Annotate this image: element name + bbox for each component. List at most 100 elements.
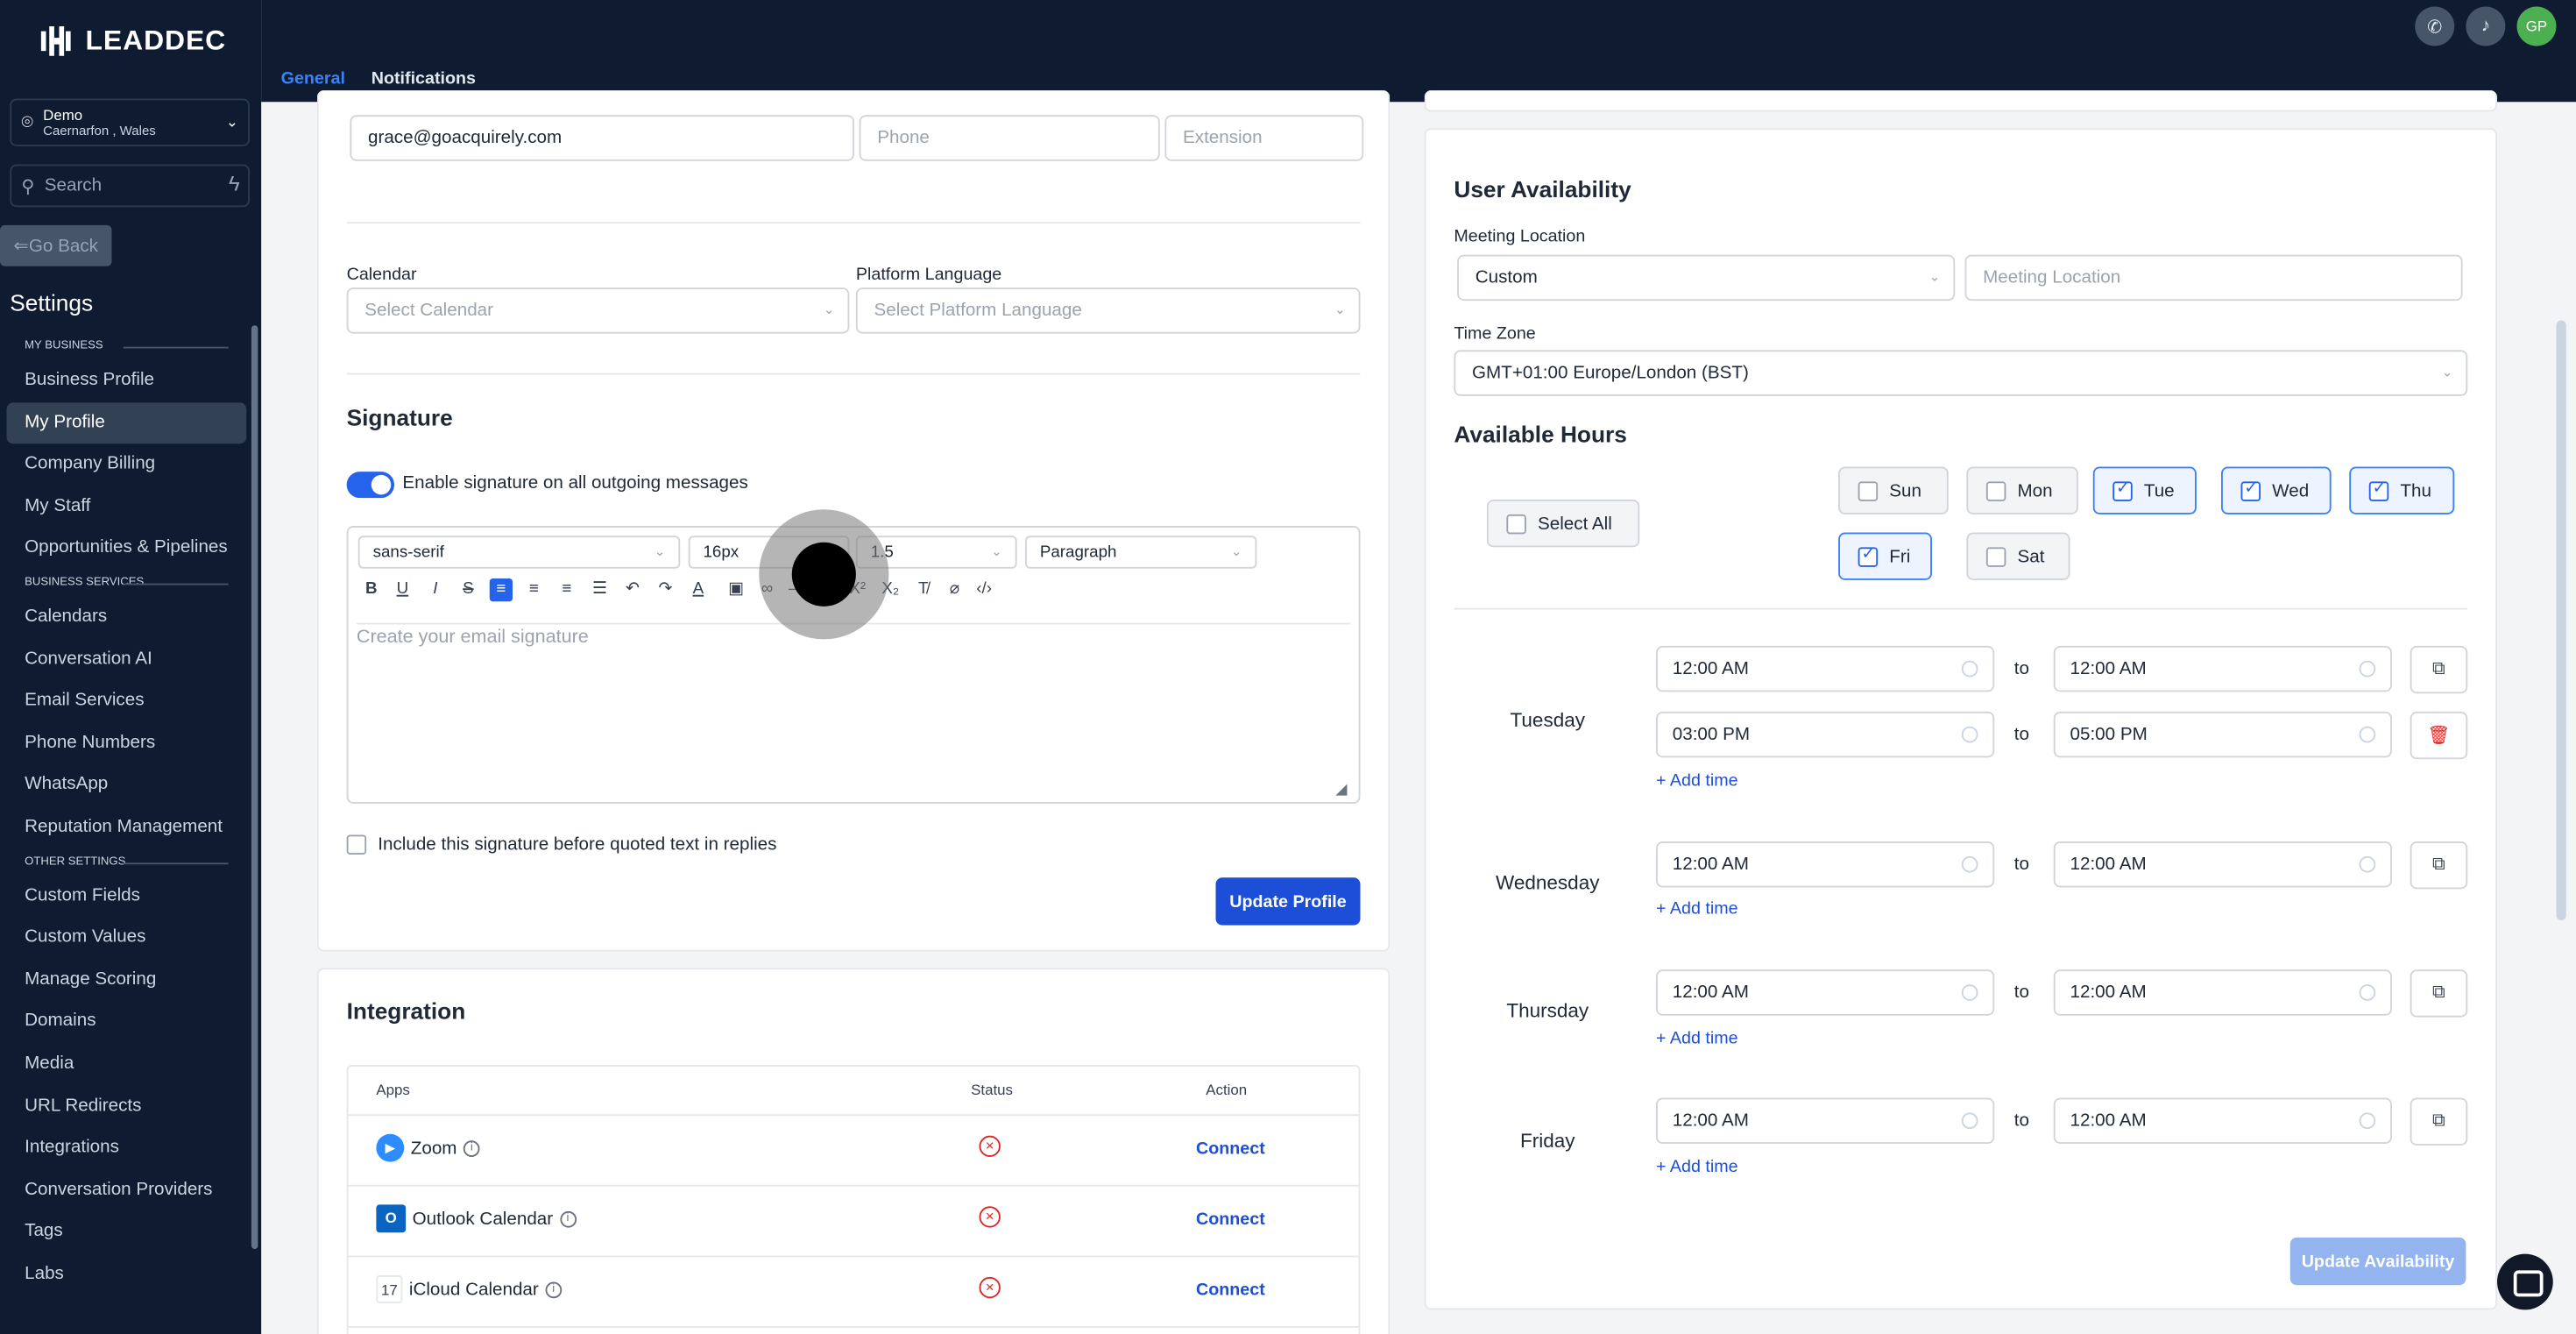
end-time-input[interactable]: 05:00 PM xyxy=(2053,711,2392,758)
info-icon[interactable]: i xyxy=(463,1139,480,1157)
sidebar-item-reputation-management[interactable]: Reputation Management xyxy=(7,807,247,849)
day-chip-sat[interactable]: Sat xyxy=(1966,532,2070,580)
code-icon[interactable]: ‹/› xyxy=(973,578,995,601)
email-field[interactable]: grace@goacquirely.com xyxy=(350,115,854,161)
day-chip-wed[interactable]: Wed xyxy=(2221,466,2332,514)
add-time-link[interactable]: + Add time xyxy=(1656,1029,1738,1049)
main-scrollbar[interactable] xyxy=(2556,320,2566,920)
chat-icon[interactable] xyxy=(2497,1253,2553,1310)
copy-icon[interactable]: ⧉ xyxy=(2410,841,2468,890)
start-time-input[interactable]: 12:00 AM xyxy=(1656,969,1995,1016)
connect-zoom-button[interactable]: Connect xyxy=(1196,1139,1265,1159)
end-time-input[interactable]: 12:00 AM xyxy=(2053,841,2392,888)
sidebar-item-conversation-ai[interactable]: Conversation AI xyxy=(7,639,247,681)
copy-icon[interactable]: ⧉ xyxy=(2410,645,2468,694)
info-icon[interactable]: i xyxy=(545,1281,563,1298)
sidebar-item-labs[interactable]: Labs xyxy=(7,1253,247,1295)
avatar[interactable]: GP xyxy=(2516,6,2557,46)
end-time-input[interactable]: 12:00 AM xyxy=(2053,1097,2392,1144)
start-time-input[interactable]: 03:00 PM xyxy=(1656,711,1995,758)
sidebar-item-integrations[interactable]: Integrations xyxy=(7,1127,247,1169)
align-center-icon[interactable]: ≡ xyxy=(522,578,545,601)
extension-field[interactable]: Extension xyxy=(1164,115,1364,161)
app-name: Zoom xyxy=(410,1138,457,1158)
sidebar-item-conversation-providers[interactable]: Conversation Providers xyxy=(7,1169,247,1211)
bold-icon[interactable]: B xyxy=(360,578,383,601)
sidebar-scrollbar[interactable] xyxy=(251,325,258,1249)
sidebar-item-calendars[interactable]: Calendars xyxy=(7,597,247,639)
location-switcher[interactable]: ⌾ Demo Caernarfon , Wales ⌄ xyxy=(10,98,250,146)
update-profile-button[interactable]: Update Profile xyxy=(1215,877,1361,926)
add-time-link[interactable]: + Add time xyxy=(1656,899,1738,919)
sidebar-item-custom-values[interactable]: Custom Values xyxy=(7,917,247,959)
signature-toggle[interactable] xyxy=(346,472,394,499)
copy-icon[interactable]: ⧉ xyxy=(2410,969,2468,1018)
resize-handle-icon[interactable]: ◢ xyxy=(1335,781,1347,799)
row-divider xyxy=(348,1255,1359,1258)
sidebar-item-tags[interactable]: Tags xyxy=(7,1211,247,1253)
add-time-link[interactable]: + Add time xyxy=(1656,770,1738,791)
align-right-icon[interactable]: ≡ xyxy=(556,578,578,601)
checkbox xyxy=(1506,513,1526,534)
phone-field[interactable]: Phone xyxy=(859,115,1160,161)
sidebar-item-opportunities-pipelines[interactable]: Opportunities & Pipelines xyxy=(7,529,247,571)
sidebar-item-my-profile[interactable]: My Profile xyxy=(6,401,247,444)
phone-icon[interactable]: ✆ xyxy=(2415,6,2455,46)
font-family-select[interactable]: sans-serif ⌄ xyxy=(357,536,681,569)
undo-icon[interactable]: ↶ xyxy=(621,578,644,601)
sidebar-item-phone-numbers[interactable]: Phone Numbers xyxy=(7,723,247,765)
sidebar-item-media[interactable]: Media xyxy=(7,1043,247,1085)
start-time-input[interactable]: 12:00 AM xyxy=(1656,1097,1995,1144)
italic-icon[interactable]: I xyxy=(424,578,447,601)
start-time-input[interactable]: 12:00 AM xyxy=(1656,645,1995,692)
sidebar-item-manage-scoring[interactable]: Manage Scoring xyxy=(7,959,247,1001)
sidebar-item-url-redirects[interactable]: URL Redirects xyxy=(7,1085,247,1127)
sidebar-item-whatsapp[interactable]: WhatsApp xyxy=(7,765,247,807)
trash-icon[interactable]: 🗑 xyxy=(2410,711,2468,760)
add-time-link[interactable]: + Add time xyxy=(1656,1157,1738,1177)
include-signature-checkbox[interactable] xyxy=(346,834,367,855)
info-icon[interactable]: i xyxy=(559,1210,577,1227)
meeting-location-select[interactable]: Custom ⌄ xyxy=(1457,254,1956,302)
strikethrough-icon[interactable]: S xyxy=(456,578,479,601)
sidebar-item-email-services[interactable]: Email Services xyxy=(7,681,247,723)
sidebar-item-company-billing[interactable]: Company Billing xyxy=(7,444,247,486)
sidebar-item-custom-fields[interactable]: Custom Fields xyxy=(7,875,247,917)
end-time-input[interactable]: 12:00 AM xyxy=(2053,969,2392,1016)
connect-outlook-button[interactable]: Connect xyxy=(1196,1210,1265,1230)
timezone-select[interactable]: GMT+01:00 Europe/London (BST) ⌄ xyxy=(1454,350,2468,396)
start-time-input[interactable]: 12:00 AM xyxy=(1656,841,1995,888)
connect-icloud-button[interactable]: Connect xyxy=(1196,1281,1265,1301)
day-chip-fri[interactable]: Fri xyxy=(1838,532,1932,580)
bolt-icon[interactable]: ϟ xyxy=(229,171,240,195)
tab-notifications[interactable]: Notifications xyxy=(372,69,476,89)
sidebar-item-domains[interactable]: Domains xyxy=(7,1001,247,1043)
align-left-icon[interactable]: ≡ xyxy=(489,578,513,602)
update-availability-button[interactable]: Update Availability xyxy=(2289,1237,2466,1286)
day-chip-tue[interactable]: Tue xyxy=(2092,466,2197,514)
meeting-location-input[interactable]: Meeting Location xyxy=(1964,254,2463,302)
block-type-select[interactable]: Paragraph ⌄ xyxy=(1025,536,1257,569)
calendar-select[interactable]: Select Calendar ⌄ xyxy=(346,287,850,334)
language-select[interactable]: Select Platform Language ⌄ xyxy=(855,287,1361,334)
day-chip-mon[interactable]: Mon xyxy=(1966,466,2078,514)
day-chip-thu[interactable]: Thu xyxy=(2349,466,2455,514)
copy-icon[interactable]: ⧉ xyxy=(2410,1097,2468,1146)
day-chip-sun[interactable]: Sun xyxy=(1838,466,1949,514)
clear-all-icon[interactable]: ⌀ xyxy=(943,578,966,601)
sidebar-item-my-staff[interactable]: My Staff xyxy=(7,486,247,529)
text-color-icon[interactable]: A xyxy=(687,578,710,601)
underline-icon[interactable]: U xyxy=(391,578,414,601)
go-back-button[interactable]: ⇐ Go Back xyxy=(0,224,112,266)
search-input[interactable]: ⚲ Search ϟ xyxy=(10,164,250,208)
clock-icon xyxy=(2359,1112,2376,1130)
sidebar-item-business-profile[interactable]: Business Profile xyxy=(7,360,247,402)
align-justify-icon[interactable]: ☰ xyxy=(588,578,611,601)
tab-general[interactable]: General xyxy=(281,69,345,89)
select-all-chip[interactable]: Select All xyxy=(1486,500,1640,548)
clear-format-icon[interactable]: T̸ xyxy=(912,578,935,601)
image-icon[interactable]: ▣ xyxy=(725,578,747,601)
end-time-input[interactable]: 12:00 AM xyxy=(2053,645,2392,692)
redo-icon[interactable]: ↷ xyxy=(654,578,676,601)
bell-icon[interactable]: ♪ xyxy=(2466,6,2506,46)
